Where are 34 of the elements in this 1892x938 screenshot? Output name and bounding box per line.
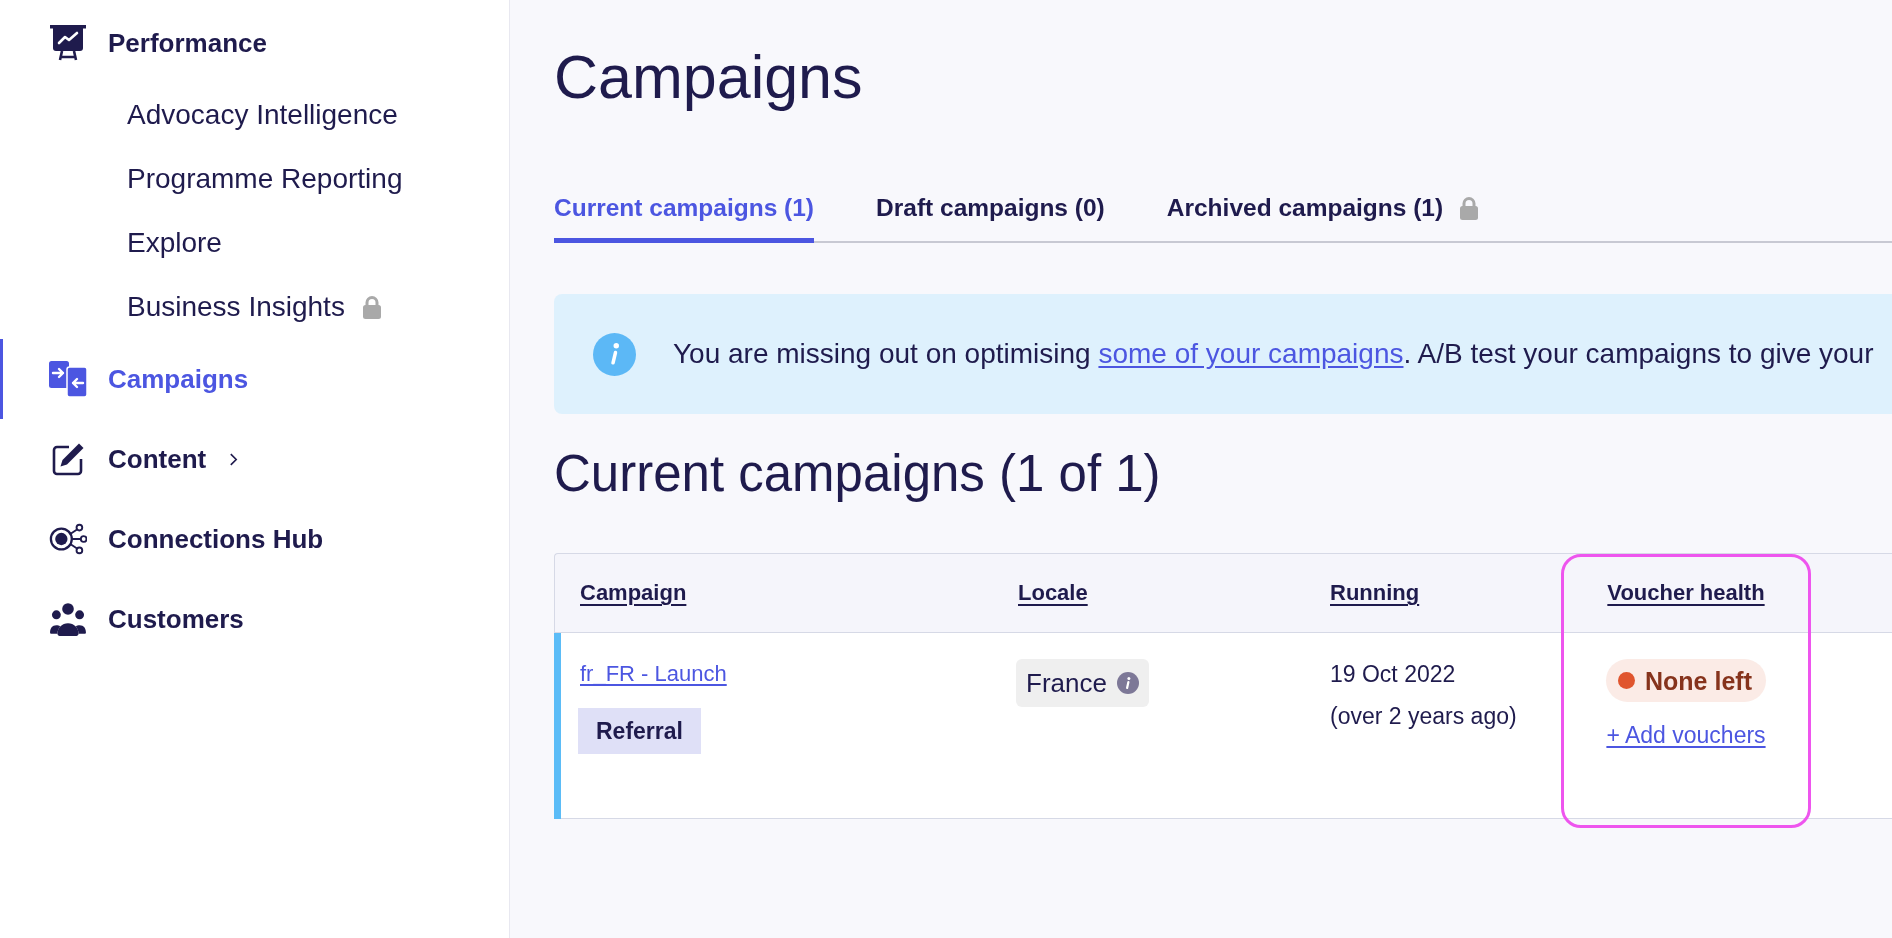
- nav-item[interactable]: Connections Hub: [49, 521, 324, 557]
- tab[interactable]: Draft campaigns (0): [876, 177, 1105, 243]
- campaign-type-tag: Referral: [578, 708, 701, 754]
- column-header[interactable]: Voucher health: [1607, 579, 1765, 607]
- running-duration: (over 2 years ago): [1330, 702, 1517, 731]
- nav-subitem[interactable]: Advocacy Intelligence: [127, 98, 398, 132]
- nav-subitem[interactable]: Business Insights: [127, 290, 382, 324]
- presentation-chart-icon: [49, 25, 87, 61]
- nav-subitem[interactable]: Programme Reporting: [127, 162, 403, 196]
- banner-link[interactable]: some of your campaigns: [1098, 338, 1404, 369]
- tab[interactable]: Archived campaigns (1): [1166, 177, 1480, 243]
- status-label: None left: [1645, 665, 1752, 696]
- column-header[interactable]: Running: [1330, 579, 1420, 607]
- people-group-icon: [49, 601, 87, 637]
- running-date: 19 Oct 2022: [1330, 660, 1456, 689]
- locale-name: France: [1026, 667, 1107, 699]
- network-nodes-icon: [49, 521, 87, 557]
- info-icon[interactable]: [1116, 672, 1139, 694]
- nav-item[interactable]: Content: [49, 441, 239, 477]
- column-header[interactable]: Locale: [1018, 579, 1088, 607]
- column-header[interactable]: Campaign: [580, 579, 687, 607]
- campaign-link[interactable]: fr_FR - Launch: [580, 659, 727, 689]
- nav-item[interactable]: Campaigns: [49, 361, 249, 397]
- tab[interactable]: Current campaigns (1): [554, 177, 815, 243]
- section-heading: Current campaigns (1 of 1): [554, 444, 1161, 504]
- banner-message: You are missing out on optimising some of your campaigns. A/B test your campaigns to give your: [673, 337, 1874, 371]
- arrow-squares-icon: [49, 361, 87, 397]
- nav-subitem[interactable]: Explore: [127, 226, 222, 260]
- chevron-right-icon: [229, 451, 239, 467]
- info-icon: [593, 332, 636, 376]
- add-vouchers-link[interactable]: + Add vouchers: [1606, 720, 1766, 750]
- page-title: Campaigns: [554, 42, 863, 112]
- nav-item[interactable]: Performance: [49, 25, 267, 61]
- nav-item[interactable]: Customers: [49, 601, 244, 637]
